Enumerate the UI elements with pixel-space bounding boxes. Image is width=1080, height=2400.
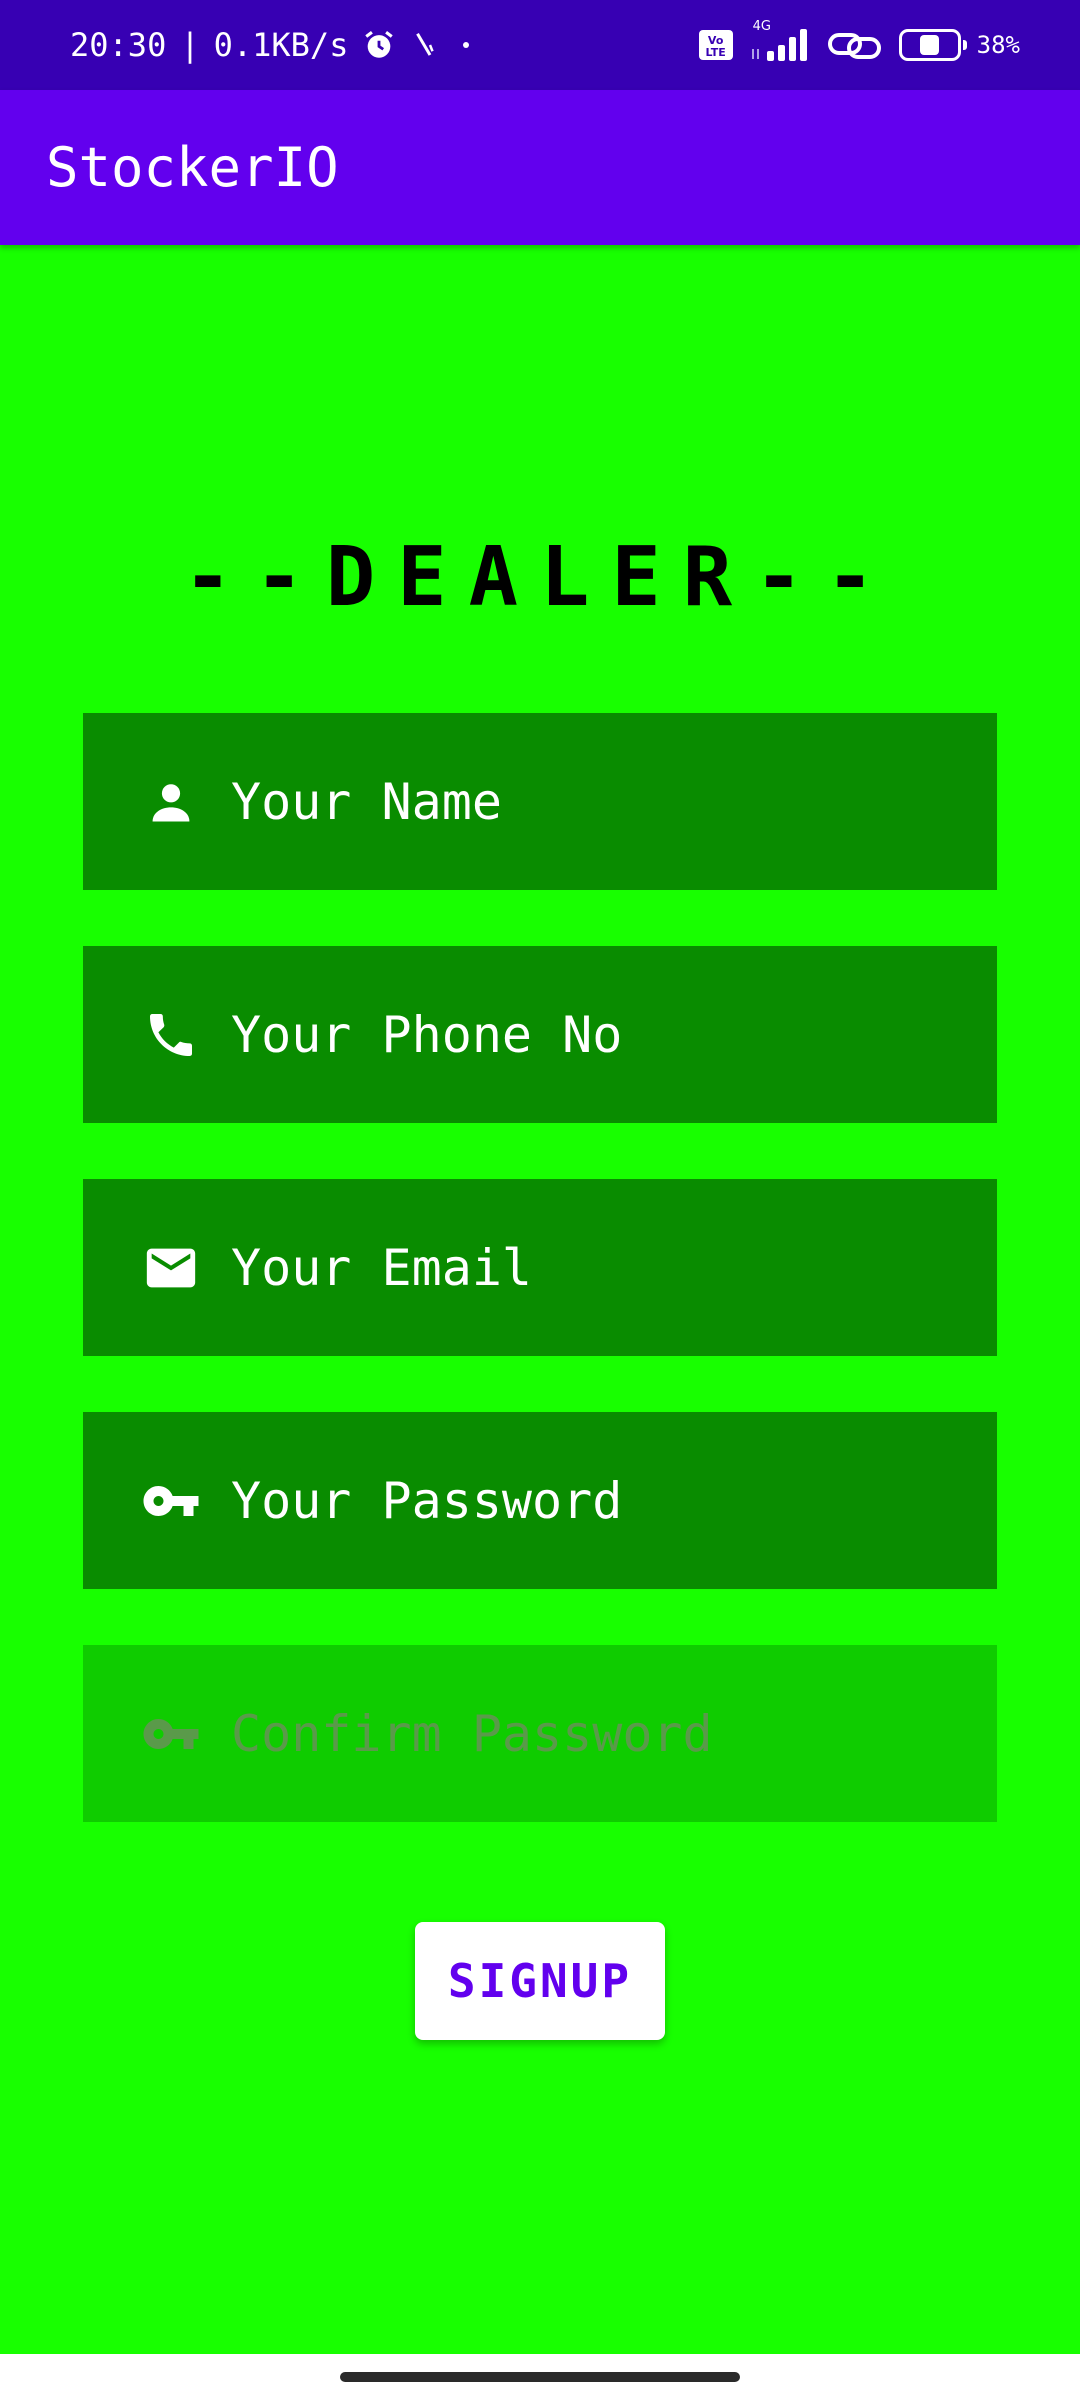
confirm-password-input[interactable] — [231, 1645, 997, 1822]
app-title: StockerIO — [46, 136, 339, 199]
status-time: 20:30 — [70, 26, 167, 64]
name-field[interactable] — [83, 713, 997, 890]
cellular-signal-icon: 4G — [749, 19, 811, 63]
person-icon — [141, 772, 201, 832]
email-input[interactable] — [231, 1179, 997, 1356]
page-heading: --DEALER-- — [183, 530, 897, 625]
key-icon — [141, 1471, 201, 1531]
screen: 20:30 | 0.1KB/s Vo LTE 4G 38% StockerIO … — [0, 0, 1080, 2400]
status-left: 20:30 | 0.1KB/s — [70, 26, 478, 64]
phone-icon — [141, 1005, 201, 1065]
password-input[interactable] — [231, 1412, 997, 1589]
network-speed: 0.1KB/s — [213, 26, 349, 64]
dot-icon — [454, 33, 478, 57]
key-icon — [141, 1704, 201, 1764]
status-bar: 20:30 | 0.1KB/s Vo LTE 4G 38% — [0, 0, 1080, 90]
confirm-password-field[interactable] — [83, 1645, 997, 1822]
home-indicator[interactable] — [340, 2372, 740, 2382]
status-right: Vo LTE 4G 38% — [698, 19, 1020, 63]
name-input[interactable] — [231, 713, 997, 890]
email-icon — [141, 1238, 201, 1298]
alarm-icon — [362, 28, 396, 62]
signup-button[interactable]: SIGNUP — [415, 1922, 665, 2040]
email-field[interactable] — [83, 1179, 997, 1356]
password-field[interactable] — [83, 1412, 997, 1589]
battery-percent: 38% — [976, 31, 1020, 59]
signal-activity-icon — [410, 28, 440, 62]
app-bar: StockerIO — [0, 90, 1080, 245]
phone-input[interactable] — [231, 946, 997, 1123]
status-separator: | — [180, 26, 200, 64]
phone-field[interactable] — [83, 946, 997, 1123]
network-type: 4G — [752, 19, 771, 34]
battery-icon — [898, 29, 967, 61]
link-icon — [827, 27, 883, 63]
volte-icon: Vo LTE — [698, 30, 733, 60]
